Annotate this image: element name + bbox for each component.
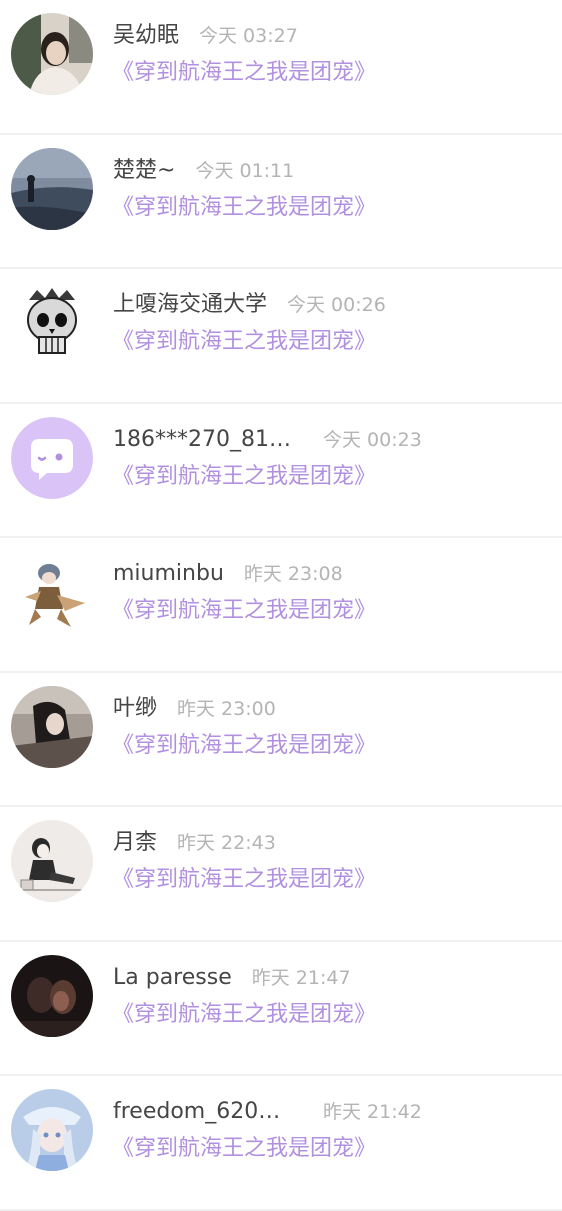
reader-list: 吴幼眠 今天 03:27 《穿到航海王之我是团宠》 楚楚~ 今天 01:11 《… (0, 0, 562, 1211)
row-meta: 吴幼眠 今天 03:27 (113, 20, 552, 52)
list-item[interactable]: 上嗄海交通大学 今天 00:26 《穿到航海王之我是团宠》 (0, 269, 562, 404)
user-name[interactable]: freedom_620… (113, 1096, 303, 1128)
list-item[interactable]: miuminbu 昨天 23:08 《穿到航海王之我是团宠》 (0, 538, 562, 673)
user-name[interactable]: 上嗄海交通大学 (113, 289, 267, 321)
timestamp: 昨天 21:42 (323, 1101, 422, 1123)
list-item[interactable]: 186***270_81… 今天 00:23 《穿到航海王之我是团宠》 (0, 404, 562, 538)
couple-photo-avatar[interactable] (11, 954, 93, 1037)
list-item[interactable]: freedom_620… 昨天 21:42 《穿到航海王之我是团宠》 (0, 1076, 562, 1211)
row-meta: 楚楚~ 今天 01:11 (113, 155, 552, 187)
book-title-link[interactable]: 《穿到航海王之我是团宠》 (112, 192, 376, 224)
list-item[interactable]: 吴幼眠 今天 03:27 《穿到航海王之我是团宠》 (0, 0, 562, 135)
list-item[interactable]: 楚楚~ 今天 01:11 《穿到航海王之我是团宠》 (0, 135, 562, 269)
skull-avatar[interactable] (11, 282, 93, 364)
user-name[interactable]: 186***270_81… (113, 424, 303, 456)
book-title-link[interactable]: 《穿到航海王之我是团宠》 (112, 730, 376, 762)
dark-photo-avatar[interactable] (11, 685, 93, 768)
list-item[interactable]: La paresse 昨天 21:47 《穿到航海王之我是团宠》 (0, 942, 562, 1076)
book-title-link[interactable]: 《穿到航海王之我是团宠》 (112, 595, 376, 627)
book-title-link[interactable]: 《穿到航海王之我是团宠》 (112, 461, 376, 493)
timestamp: 今天 00:26 (287, 294, 386, 316)
seaside-photo-avatar[interactable] (11, 147, 93, 230)
user-name[interactable]: miuminbu (113, 558, 224, 590)
row-meta: miuminbu 昨天 23:08 (113, 558, 552, 590)
anime-figure-avatar[interactable] (11, 551, 93, 633)
row-meta: freedom_620… 昨天 21:42 (113, 1096, 552, 1128)
row-meta: 叶缈 昨天 23:00 (113, 693, 552, 725)
default-chat-avatar[interactable] (11, 416, 93, 499)
row-meta: 186***270_81… 今天 00:23 (113, 424, 552, 456)
user-name[interactable]: 叶缈 (113, 693, 157, 725)
book-title-link[interactable]: 《穿到航海王之我是团宠》 (112, 326, 376, 358)
list-item[interactable]: 叶缈 昨天 23:00 《穿到航海王之我是团宠》 (0, 673, 562, 807)
row-meta: 上嗄海交通大学 今天 00:26 (113, 289, 552, 321)
book-title-link[interactable]: 《穿到航海王之我是团宠》 (112, 999, 376, 1031)
user-photo-avatar[interactable] (11, 13, 93, 95)
sketch-girl-avatar[interactable] (11, 820, 93, 902)
list-item[interactable]: 月柰 昨天 22:43 《穿到航海王之我是团宠》 (0, 807, 562, 942)
timestamp: 昨天 22:43 (177, 832, 276, 854)
timestamp: 今天 03:27 (199, 25, 298, 47)
user-name[interactable]: 吴幼眠 (113, 20, 179, 52)
timestamp: 昨天 21:47 (251, 966, 351, 989)
book-title-link[interactable]: 《穿到航海王之我是团宠》 (112, 1133, 376, 1165)
row-meta: La paresse 昨天 21:47 (113, 962, 552, 994)
book-title-link[interactable]: 《穿到航海王之我是团宠》 (112, 57, 376, 89)
timestamp: 昨天 23:08 (243, 563, 343, 585)
row-meta: 月柰 昨天 22:43 (113, 827, 552, 859)
user-name[interactable]: 楚楚~ (113, 155, 175, 187)
user-name[interactable]: La paresse (113, 962, 232, 994)
user-name[interactable]: 月柰 (113, 827, 157, 859)
anime-girl-avatar[interactable] (11, 1089, 93, 1171)
book-title-link[interactable]: 《穿到航海王之我是团宠》 (112, 864, 376, 896)
timestamp: 今天 00:23 (323, 428, 422, 451)
timestamp: 昨天 23:00 (177, 697, 276, 720)
timestamp: 今天 01:11 (195, 159, 295, 182)
